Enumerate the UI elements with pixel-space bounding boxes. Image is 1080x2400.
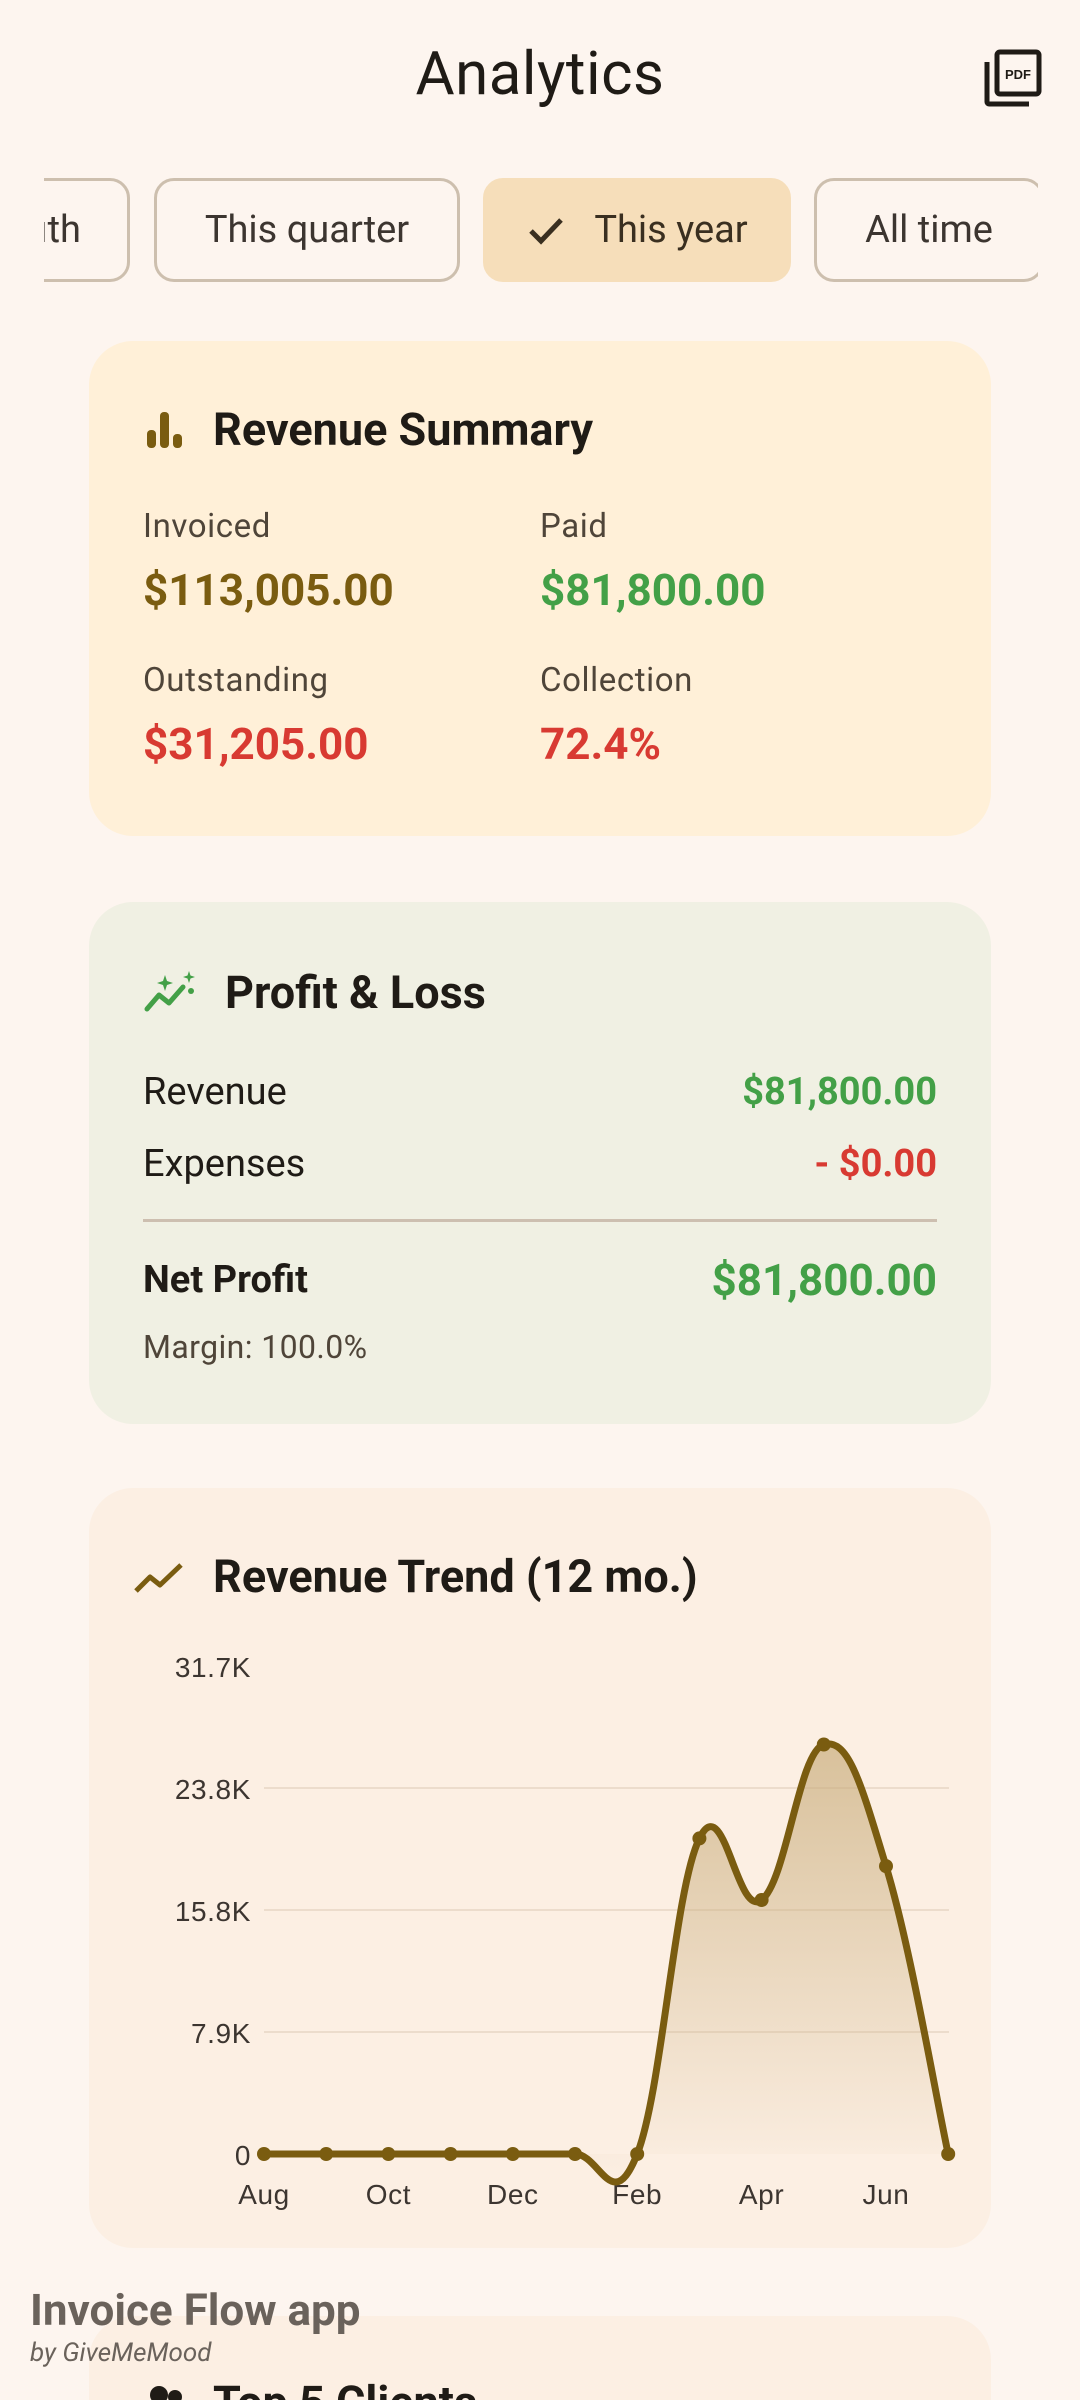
- card-header: Revenue Summary: [143, 403, 593, 456]
- stat-value: $113,005.00: [143, 564, 394, 616]
- period-filter-chips: ıth This quarter This year All time: [44, 178, 1038, 284]
- x-tick-label: Jun: [863, 2179, 910, 2210]
- x-tick-label: Aug: [238, 2179, 290, 2210]
- stat-invoiced: Invoiced $113,005.00: [143, 507, 394, 616]
- chip-label: This year: [594, 208, 748, 252]
- data-point: [630, 2147, 645, 2161]
- data-point: [941, 2147, 956, 2161]
- pl-label: Expenses: [143, 1142, 306, 1186]
- stat-label: Collection: [540, 661, 693, 700]
- watermark-subtitle: by GiveMeMood: [30, 2338, 212, 2368]
- pdf-icon: PDF: [984, 49, 1042, 107]
- stat-value: $81,800.00: [540, 564, 766, 616]
- margin-text: Margin: 100.0%: [143, 1328, 368, 1366]
- y-tick-label: 0: [235, 2140, 251, 2171]
- card-title: Top 5 Clients: [213, 2376, 477, 2400]
- trend-area: [264, 1743, 949, 2183]
- data-point: [692, 1831, 707, 1846]
- chip-all-time[interactable]: All time: [814, 178, 1038, 282]
- stat-label: Paid: [540, 507, 608, 546]
- stat-label: Outstanding: [143, 661, 329, 700]
- pl-label: Revenue: [143, 1070, 287, 1114]
- stat-outstanding: Outstanding $31,205.00: [143, 661, 369, 770]
- stat-paid: Paid $81,800.00: [540, 507, 766, 616]
- data-point: [816, 1737, 831, 1752]
- chip-this-quarter[interactable]: This quarter: [154, 178, 460, 282]
- export-pdf-button[interactable]: PDF: [983, 48, 1043, 108]
- data-point: [505, 2147, 520, 2161]
- y-tick-label: 7.9K: [191, 2018, 251, 2049]
- page-title: Analytics: [415, 38, 665, 109]
- watermark-title: Invoice Flow app: [30, 2284, 361, 2336]
- y-tick-label: 31.7K: [175, 1652, 251, 1683]
- stat-value: $31,205.00: [143, 718, 369, 770]
- app-bar: Analytics PDF: [0, 0, 1080, 160]
- chip-this-month[interactable]: ıth: [44, 178, 130, 282]
- revenue-summary-card: Revenue Summary Invoiced $113,005.00 Pai…: [89, 341, 991, 836]
- analytics-screen: Analytics PDF ıth This quarter This year…: [0, 0, 1080, 2400]
- card-header: Profit & Loss: [143, 966, 486, 1019]
- data-point: [754, 1892, 769, 1907]
- revenue-trend-chart: 07.9K15.8K23.8K31.7K Aug Oct Dec Feb Apr Jun: [175, 1652, 956, 2210]
- pl-row-expenses: Expenses - $0.00: [143, 1142, 937, 1186]
- chip-label: All time: [865, 208, 993, 252]
- pl-value: $81,800.00: [711, 1254, 937, 1306]
- data-point: [257, 2147, 271, 2161]
- x-tick-label: Apr: [739, 2179, 784, 2210]
- pl-row-revenue: Revenue $81,800.00: [143, 1070, 937, 1114]
- data-point: [319, 2147, 334, 2161]
- x-tick-label: Oct: [366, 2179, 411, 2210]
- card-title: Revenue Summary: [213, 403, 594, 456]
- card-header: Top 5 Clients: [143, 2376, 477, 2400]
- pl-label: Net Profit: [143, 1258, 308, 1302]
- people-icon: [150, 2385, 182, 2400]
- check-icon: [529, 218, 564, 245]
- chip-this-year[interactable]: This year: [483, 178, 791, 282]
- data-point: [381, 2147, 396, 2161]
- data-point: [443, 2147, 458, 2161]
- chip-label: This quarter: [204, 208, 410, 252]
- y-tick-label: 15.8K: [175, 1896, 251, 1927]
- data-point: [879, 1859, 893, 1874]
- y-tick-label: 23.8K: [175, 1774, 251, 1805]
- pl-value: $81,800.00: [742, 1070, 937, 1114]
- bar-chart-icon: [147, 411, 182, 448]
- sparkle-trend-icon: [144, 970, 195, 1011]
- x-tick-label: Dec: [487, 2179, 539, 2210]
- revenue-trend-card: Revenue Trend (12 mo.) 0 7.9K 15.8K 23.8K 31…: [89, 1488, 991, 2248]
- stat-value: 72.4%: [540, 718, 662, 770]
- stat-collection: Collection 72.4%: [540, 661, 693, 770]
- chip-label: ıth: [44, 208, 81, 252]
- svg-text:PDF: PDF: [1005, 67, 1031, 82]
- card-title: Profit & Loss: [225, 966, 486, 1019]
- stat-label: Invoiced: [143, 507, 271, 546]
- profit-loss-card: Profit & Loss Revenue $81,800.00 Expense…: [89, 902, 991, 1424]
- pl-value: - $0.00: [814, 1142, 937, 1186]
- divider: [143, 1219, 937, 1222]
- pl-row-net-profit: Net Profit $81,800.00: [143, 1254, 937, 1306]
- data-point: [568, 2147, 582, 2161]
